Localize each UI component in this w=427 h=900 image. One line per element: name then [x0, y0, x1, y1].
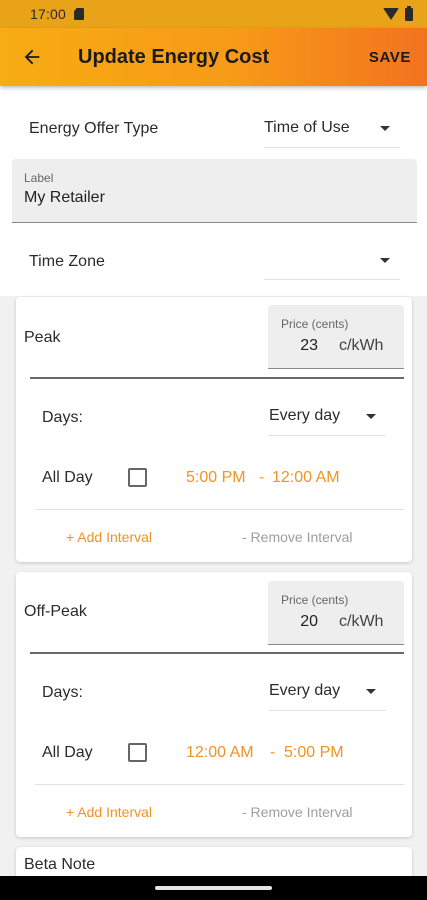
- time-zone-label: Time Zone: [29, 253, 105, 270]
- page-title: Update Energy Cost: [78, 45, 270, 68]
- card-divider: [30, 652, 404, 654]
- status-icons: [383, 5, 413, 21]
- offer-type-dropdown[interactable]: Time of Use: [264, 108, 400, 148]
- price-unit: c/kWh: [339, 613, 384, 630]
- time-zone-dropdown[interactable]: [264, 240, 400, 280]
- days-dropdown[interactable]: Every day: [269, 671, 386, 711]
- form-content[interactable]: Energy Offer Type Time of Use Label My R…: [0, 86, 427, 876]
- app-bar: Update Energy Cost SAVE: [0, 28, 427, 86]
- sd-card-icon: [74, 8, 85, 20]
- end-time[interactable]: 12:00 AM: [272, 469, 340, 487]
- all-day-checkbox[interactable]: [128, 743, 147, 762]
- start-time[interactable]: 12:00 AM: [186, 744, 254, 762]
- navigation-bar: [0, 876, 427, 900]
- all-day-label: All Day: [42, 744, 93, 761]
- beta-note-title: Beta Note: [24, 856, 96, 873]
- beta-note-card: Beta Note: [16, 847, 412, 876]
- price-label: Price (cents): [281, 593, 349, 607]
- days-value: Every day: [269, 681, 341, 699]
- days-dropdown[interactable]: Every day: [269, 396, 386, 436]
- label-field-label: Label: [24, 171, 54, 185]
- wifi-icon: [383, 8, 399, 20]
- time-separator: -: [259, 469, 265, 486]
- days-label: Days:: [42, 409, 83, 426]
- arrow-back-icon: [24, 49, 40, 65]
- dropdown-arrow-icon: [380, 126, 390, 131]
- add-interval-button[interactable]: + Add Interval: [66, 529, 152, 545]
- dropdown-arrow-icon: [366, 414, 376, 419]
- interval-divider: [35, 784, 404, 785]
- dropdown-arrow-icon: [366, 689, 376, 694]
- all-day-label: All Day: [42, 469, 93, 486]
- time-separator: -: [270, 744, 276, 761]
- start-time[interactable]: 5:00 PM: [186, 469, 246, 487]
- save-button[interactable]: SAVE: [369, 49, 411, 66]
- price-value: 23: [300, 337, 318, 354]
- interval-divider: [35, 509, 404, 510]
- status-bar: 17:00: [0, 0, 427, 28]
- price-field[interactable]: Price (cents) 20 c/kWh: [268, 581, 404, 645]
- tariff-name: Off-Peak: [24, 603, 87, 620]
- label-field-value: My Retailer: [24, 189, 105, 206]
- tariff-card-peak: Peak Price (cents) 23 c/kWh Days: Every …: [16, 297, 412, 562]
- remove-interval-button[interactable]: - Remove Interval: [242, 529, 352, 545]
- offer-type-label: Energy Offer Type: [29, 120, 159, 137]
- tariff-card-off-peak: Off-Peak Price (cents) 20 c/kWh Days: Ev…: [16, 572, 412, 837]
- price-label: Price (cents): [281, 317, 349, 331]
- add-interval-button[interactable]: + Add Interval: [66, 804, 152, 820]
- all-day-checkbox[interactable]: [128, 468, 147, 487]
- back-button[interactable]: [16, 41, 48, 73]
- days-value: Every day: [269, 406, 341, 424]
- label-field[interactable]: Label My Retailer: [12, 159, 417, 223]
- days-label: Days:: [42, 684, 83, 701]
- remove-interval-button[interactable]: - Remove Interval: [242, 804, 352, 820]
- status-time: 17:00: [30, 6, 67, 22]
- price-value: 20: [300, 613, 318, 630]
- home-gesture-handle[interactable]: [155, 886, 272, 890]
- price-unit: c/kWh: [339, 337, 384, 354]
- dropdown-arrow-icon: [380, 258, 390, 263]
- card-divider: [30, 377, 404, 379]
- end-time[interactable]: 5:00 PM: [284, 744, 344, 762]
- offer-type-value: Time of Use: [264, 118, 350, 136]
- battery-icon: [405, 5, 413, 21]
- price-field[interactable]: Price (cents) 23 c/kWh: [268, 305, 404, 369]
- tariff-name: Peak: [24, 329, 61, 346]
